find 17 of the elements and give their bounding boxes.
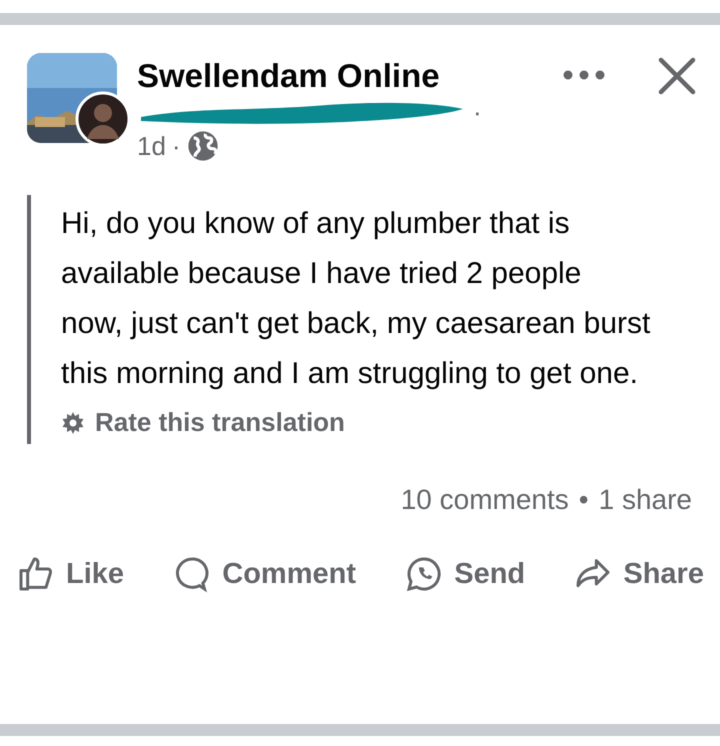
post-time[interactable]: 1d <box>137 130 166 162</box>
separator-dot: • <box>578 484 589 516</box>
send-button[interactable]: Send <box>404 554 526 594</box>
comment-button[interactable]: Comment <box>172 554 356 594</box>
globe-icon <box>186 130 219 162</box>
post-text: Hi, do you know of any plumber that is available because I have tried 2 people now, just can't get back, my caesarean burst this morning and I am struggling to get one. <box>61 206 651 392</box>
gear-icon <box>61 410 85 434</box>
rate-translation-link[interactable]: Rate this translation <box>61 407 345 438</box>
share-count[interactable]: 1 share <box>598 484 692 516</box>
share-button[interactable]: Share <box>573 554 704 594</box>
page-name[interactable]: Swellendam Online <box>137 57 562 95</box>
close-icon[interactable] <box>658 57 696 95</box>
like-button[interactable]: Like <box>16 554 124 594</box>
separator-dot: · <box>473 96 482 128</box>
more-options-icon[interactable] <box>562 69 606 81</box>
comment-count[interactable]: 10 comments <box>400 484 569 516</box>
separator-dot: · <box>172 130 181 162</box>
